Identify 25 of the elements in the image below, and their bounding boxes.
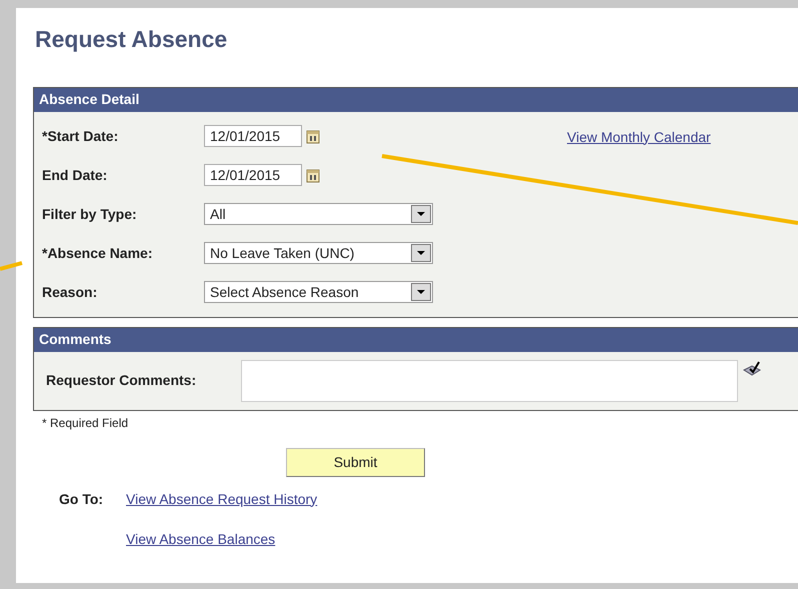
date-field[interactable]: 12/01/2015 bbox=[204, 164, 302, 186]
calendar-icon[interactable] bbox=[306, 128, 320, 144]
date-field[interactable]: 12/01/2015 bbox=[204, 125, 302, 147]
page-title: Request Absence bbox=[35, 25, 228, 54]
dropdown[interactable]: All bbox=[204, 203, 433, 225]
dropdown[interactable]: No Leave Taken (UNC) bbox=[204, 242, 433, 264]
field-label: Requestor Comments: bbox=[45, 371, 198, 390]
field-label: Filter by Type: bbox=[41, 204, 138, 224]
annotation-line bbox=[0, 261, 23, 271]
field-label: *Start Date: bbox=[41, 126, 120, 146]
calendar-icon[interactable] bbox=[306, 168, 320, 182]
section-header: Comments bbox=[34, 328, 798, 352]
spellcheck-icon[interactable] bbox=[742, 360, 762, 378]
required-note: * Required Field bbox=[42, 414, 130, 432]
comments-field[interactable] bbox=[241, 360, 738, 402]
submit-button[interactable]: Submit bbox=[286, 448, 425, 476]
field-label: *Absence Name: bbox=[41, 244, 154, 262]
goto-link[interactable]: View Absence Balances bbox=[126, 528, 318, 550]
field-label: End Date: bbox=[41, 166, 108, 184]
goto-label: Go To: bbox=[59, 490, 104, 508]
goto-link[interactable]: View Absence Request History bbox=[126, 488, 318, 510]
field-label: Reason: bbox=[41, 282, 98, 302]
calendar-link[interactable]: View Monthly Calendar bbox=[567, 128, 711, 144]
section-header: Absence Detail bbox=[34, 88, 798, 112]
dropdown[interactable]: Select Absence Reason bbox=[204, 281, 433, 303]
